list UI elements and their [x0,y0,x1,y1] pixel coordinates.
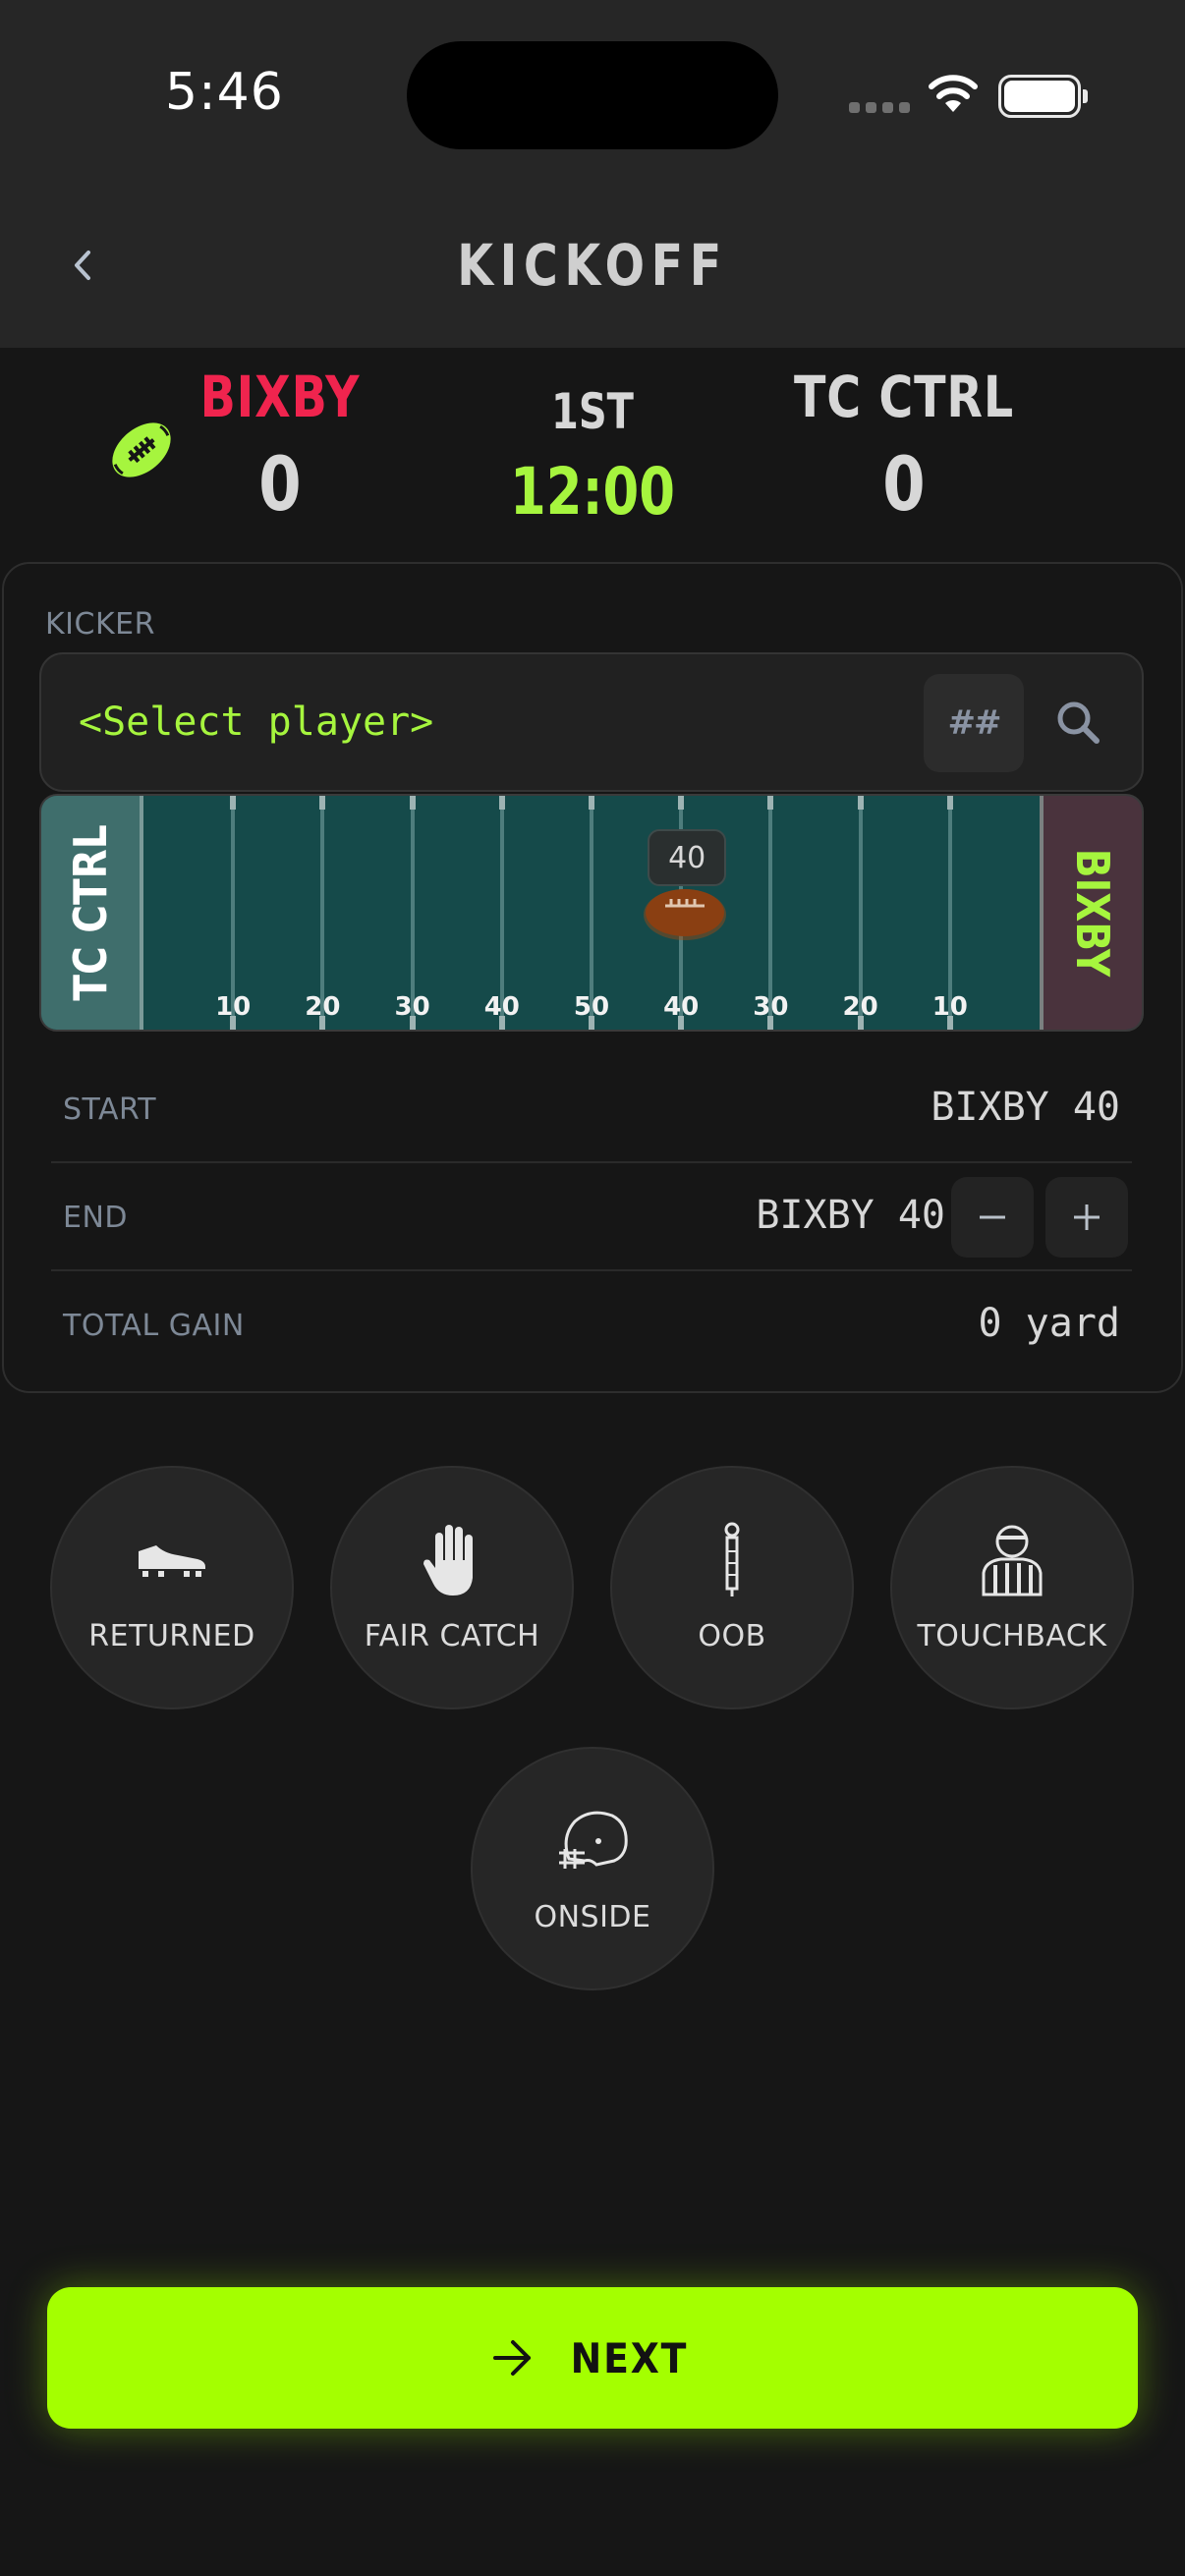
kicker-placeholder[interactable]: <Select player> [79,700,433,745]
returned-label: RETURNED [88,1619,255,1653]
touchback-label: TOUCHBACK [917,1619,1107,1653]
yard-number: 30 [753,992,789,1022]
yard-number: 40 [483,992,520,1022]
start-row: START BIXBY 40 [51,1055,1132,1163]
end-decrement-button[interactable] [951,1177,1034,1258]
next-button[interactable]: NEXT [47,2287,1138,2429]
fair-catch-button[interactable]: FAIR CATCH [330,1466,574,1709]
home-team-name: BIXBY [199,364,361,430]
game-clock: 12:00 [509,454,676,530]
minus-icon [980,1215,1005,1219]
yard-number: 20 [842,992,878,1022]
arrow-right-icon [492,2340,531,2376]
end-value: BIXBY 40 [756,1193,945,1238]
ball-yard-marker: 40 [648,829,727,886]
battery-icon [998,75,1088,118]
back-button[interactable] [61,236,104,295]
search-button[interactable] [1047,692,1110,755]
referee-icon [980,1519,1044,1599]
start-label: START [63,1092,157,1127]
down-marker-icon [720,1519,744,1599]
home-team-score: 0 [258,440,302,528]
oob-button[interactable]: OOB [610,1466,854,1709]
search-icon [1057,701,1100,744]
away-team: TC CTRL 0 [757,364,1051,528]
away-team-name: TC CTRL [794,364,1014,430]
plus-icon [1074,1204,1100,1230]
yard-number: 10 [931,992,968,1022]
left-endzone-label: TC CTRL [64,824,117,1001]
football-field[interactable]: TC CTRL BIXBY 10 20 30 40 50 40 30 20 10 40 [39,794,1144,1032]
ball-position-icon[interactable] [642,884,728,941]
home-team: BIXBY 0 [157,364,403,528]
cleat-icon [135,1519,209,1599]
yard-number: 50 [573,992,610,1022]
right-endzone-label: BIXBY [1066,848,1119,978]
end-increment-button[interactable] [1045,1177,1128,1258]
fair-catch-label: FAIR CATCH [364,1619,540,1653]
yard-number: 10 [215,992,252,1022]
oob-label: OOB [698,1619,766,1653]
next-label: NEXT [570,2333,688,2382]
chevron-left-icon [75,251,90,280]
dynamic-island [407,41,778,149]
status-time: 5:46 [165,63,284,122]
hand-icon [422,1519,482,1599]
start-value: BIXBY 40 [931,1085,1120,1130]
yard-number: 30 [394,992,430,1022]
onside-label: ONSIDE [534,1900,651,1934]
touchback-button[interactable]: TOUCHBACK [890,1466,1134,1709]
page-title: KICKOFF [457,232,728,299]
total-gain-value: 0 yard [978,1301,1121,1346]
total-gain-row: TOTAL GAIN 0 yard [51,1271,1132,1379]
right-endzone: BIXBY [1040,796,1142,1030]
helmet-icon [555,1800,630,1880]
kicker-label: KICKER [45,607,155,642]
total-gain-label: TOTAL GAIN [63,1309,245,1343]
away-team-score: 0 [882,440,926,528]
yard-number: 40 [663,992,700,1022]
left-endzone: TC CTRL [41,796,143,1030]
end-row: END BIXBY 40 [51,1163,1132,1271]
jersey-number-button[interactable]: ## [924,674,1024,772]
cellular-signal-icon [849,102,910,113]
returned-button[interactable]: RETURNED [50,1466,294,1709]
yard-number: 20 [305,992,341,1022]
onside-button[interactable]: ONSIDE [471,1747,714,1990]
end-label: END [63,1201,128,1235]
game-period: 1ST [551,383,634,440]
wifi-icon [928,73,979,118]
